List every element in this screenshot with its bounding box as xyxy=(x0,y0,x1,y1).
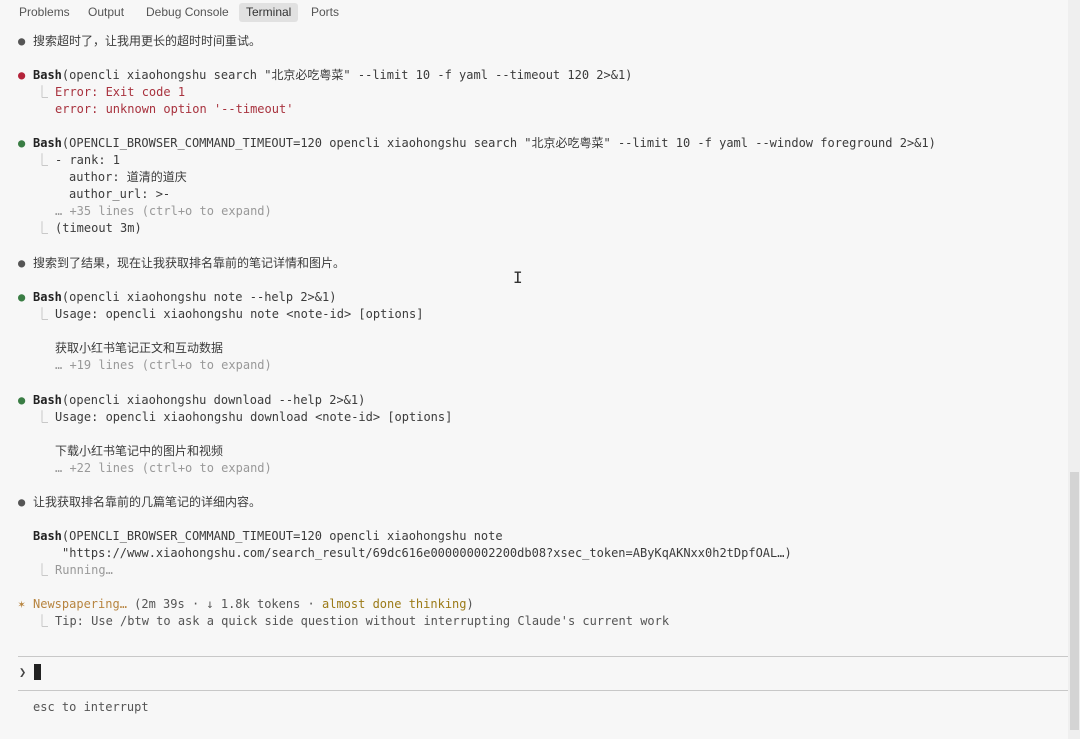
tool-args: (OPENCLI_BROWSER_COMMAND_TIMEOUT=120 ope… xyxy=(61,529,503,543)
scrollbar-thumb[interactable] xyxy=(1070,472,1079,730)
tool-args: (opencli xiaohongshu note --help 2>&1) xyxy=(61,290,337,304)
assistant-message: 搜索到了结果，现在让我获取排名靠前的笔记详情和图片。 xyxy=(33,256,346,270)
tool-error: Error: Exit code 1 xyxy=(55,85,186,99)
tool-call: Bash(OPENCLI_BROWSER_COMMAND_TIMEOUT=120… xyxy=(33,135,936,152)
branch-icon: ⎿ xyxy=(36,614,49,628)
tool-output: author_url: >- xyxy=(69,187,171,201)
success-bullet-icon: ● xyxy=(18,136,26,150)
input-bottom-border xyxy=(18,690,1068,691)
tip-text: Tip: Use /btw to ask a quick side questi… xyxy=(55,614,670,628)
tool-name: Bash xyxy=(33,136,62,150)
branch-icon: ⎿ xyxy=(36,410,49,424)
tool-output: 下载小红书笔记中的图片和视频 xyxy=(55,444,224,458)
tool-args-continued: "https://www.xiaohongshu.com/search_resu… xyxy=(62,546,792,560)
footer-hint: esc to interrupt xyxy=(33,700,149,714)
spinner-icon: ✶ xyxy=(18,597,26,611)
bullet-icon: ● xyxy=(18,34,26,48)
tool-output: (timeout 3m) xyxy=(55,221,142,235)
ibeam-cursor-icon: I xyxy=(513,268,523,287)
spinner-status: Newspapering… (2m 39s · ↓ 1.8k tokens · … xyxy=(33,596,474,613)
tool-output: author: 道清的道庆 xyxy=(69,170,187,184)
expand-hint[interactable]: … +35 lines (ctrl+o to expand) xyxy=(55,203,272,220)
tool-error: error: unknown option '--timeout' xyxy=(55,102,294,116)
expand-hint[interactable]: … +22 lines (ctrl+o to expand) xyxy=(55,460,272,477)
branch-icon: ⎿ xyxy=(36,85,49,99)
text-cursor[interactable] xyxy=(34,664,41,680)
branch-icon: ⎿ xyxy=(36,563,49,577)
tool-args: (OPENCLI_BROWSER_COMMAND_TIMEOUT=120 ope… xyxy=(61,136,936,150)
assistant-message: 搜索超时了，让我用更长的超时时间重试。 xyxy=(33,34,262,48)
success-bullet-icon: ● xyxy=(18,290,26,304)
assistant-message: 让我获取排名靠前的几篇笔记的详细内容。 xyxy=(33,495,262,509)
success-bullet-icon: ● xyxy=(18,393,26,407)
input-top-border xyxy=(18,656,1068,657)
spinner-word: Newspapering… xyxy=(33,597,127,611)
thinking-status: almost done thinking xyxy=(322,597,467,611)
tool-output: Usage: opencli xiaohongshu note <note-id… xyxy=(55,307,424,321)
tool-args: (opencli xiaohongshu download --help 2>&… xyxy=(61,393,366,407)
tool-name: Bash xyxy=(33,290,62,304)
tool-call: Bash(OPENCLI_BROWSER_COMMAND_TIMEOUT=120… xyxy=(33,528,503,545)
tool-status: Running… xyxy=(55,563,113,577)
bullet-icon: ● xyxy=(18,256,26,270)
branch-icon: ⎿ xyxy=(36,307,49,321)
tool-name: Bash xyxy=(33,529,62,543)
branch-icon: ⎿ xyxy=(36,153,49,167)
tool-call: Bash(opencli xiaohongshu download --help… xyxy=(33,392,365,409)
expand-hint[interactable]: … +19 lines (ctrl+o to expand) xyxy=(55,357,272,374)
tool-args: (opencli xiaohongshu search "北京必吃粤菜" --l… xyxy=(61,68,633,82)
tool-name: Bash xyxy=(33,68,62,82)
spinner-stats: (2m 39s · ↓ 1.8k tokens · xyxy=(134,597,322,611)
spinner-close: ) xyxy=(466,597,474,611)
tool-output: - rank: 1 xyxy=(55,153,121,167)
prompt-icon: ❯ xyxy=(19,665,27,679)
branch-icon: ⎿ xyxy=(36,221,49,235)
error-bullet-icon: ● xyxy=(18,68,26,82)
terminal-output[interactable]: ● 搜索超时了，让我用更长的超时时间重试。 ● Bash(opencli xia… xyxy=(0,0,1068,739)
tool-name: Bash xyxy=(33,393,62,407)
tool-output: 获取小红书笔记正文和互动数据 xyxy=(55,341,224,355)
bullet-icon: ● xyxy=(18,495,26,509)
tool-call: Bash(opencli xiaohongshu note --help 2>&… xyxy=(33,289,336,306)
tool-call: Bash(opencli xiaohongshu search "北京必吃粤菜"… xyxy=(33,67,632,84)
tool-output: Usage: opencli xiaohongshu download <not… xyxy=(55,410,453,424)
